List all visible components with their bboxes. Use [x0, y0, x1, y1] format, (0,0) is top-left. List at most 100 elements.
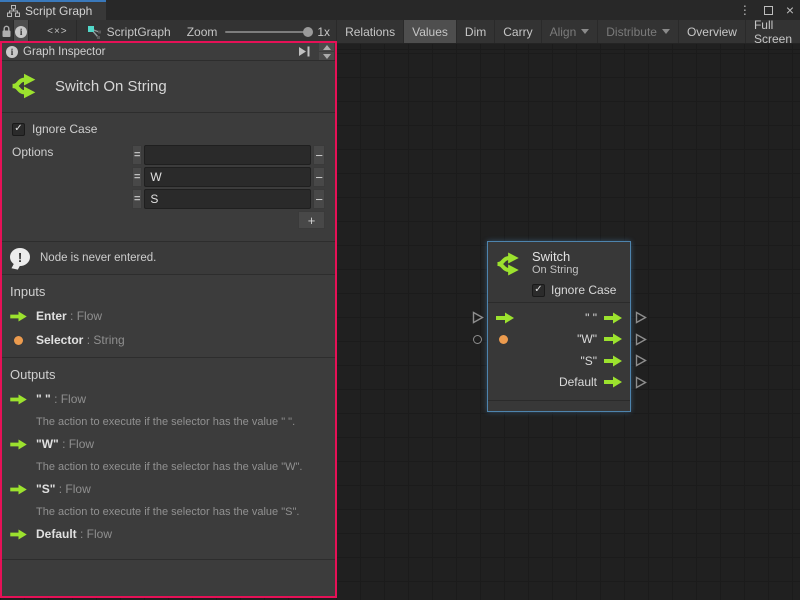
tab-script-graph[interactable]: Script Graph	[0, 0, 106, 20]
overview-button[interactable]: Overview	[678, 20, 745, 43]
window-menu-icon[interactable]: ⋮	[739, 3, 751, 17]
chevron-down-icon	[662, 29, 670, 34]
option-item-2: = −	[132, 189, 325, 209]
code-icon: <×>	[47, 26, 68, 37]
hierarchy-graph-icon	[7, 5, 20, 17]
scroll-down-button[interactable]	[319, 52, 334, 60]
drag-handle-icon[interactable]: =	[132, 167, 142, 187]
output-port-label: Default	[559, 375, 597, 389]
arrow-down-icon	[323, 54, 331, 59]
align-dropdown-button[interactable]: Align	[541, 20, 598, 43]
value-input-dot-icon[interactable]	[499, 335, 508, 344]
flow-input-arrow-icon[interactable]	[495, 312, 515, 324]
node-footer	[488, 400, 630, 411]
window-titlebar: Script Graph ⋮ ×	[0, 0, 800, 20]
checkbox-checked-icon[interactable]: ✓	[12, 123, 25, 136]
maximize-icon[interactable]	[764, 6, 773, 15]
node-title: Switch	[532, 249, 578, 264]
carry-label: Carry	[503, 25, 532, 39]
switch-on-string-node[interactable]: Switch On String ✓ Ignore Case	[487, 241, 631, 412]
flow-output-arrow-icon[interactable]	[603, 376, 623, 388]
outputs-title: Outputs	[10, 367, 327, 382]
warning-banner: ! Node is never entered.	[2, 242, 335, 275]
flow-input-port-outer[interactable]	[472, 311, 484, 324]
close-icon[interactable]: ×	[786, 3, 794, 17]
output-port-outer-3[interactable]	[635, 354, 647, 367]
remove-option-button-2[interactable]: −	[313, 189, 325, 209]
remove-option-button-0[interactable]: −	[313, 145, 325, 165]
switch-icon	[495, 249, 525, 279]
chevron-down-icon	[581, 29, 589, 34]
option-input-2[interactable]	[144, 189, 311, 209]
pin-type: : String	[87, 333, 125, 347]
graph-asset-label: ScriptGraph	[107, 25, 171, 39]
port-row-s: "S"	[495, 350, 623, 372]
lock-button[interactable]	[0, 20, 14, 43]
inspector-empty-area	[2, 560, 335, 596]
fullscreen-button[interactable]: Full Screen	[745, 20, 800, 43]
tab-label: Script Graph	[25, 4, 92, 18]
inspector-header[interactable]: i Graph Inspector	[2, 43, 335, 61]
node-header[interactable]: Switch On String ✓ Ignore Case	[488, 242, 630, 303]
scroll-arrows	[319, 43, 334, 60]
carry-button[interactable]: Carry	[494, 20, 540, 43]
flow-output-arrow-icon[interactable]	[603, 333, 623, 345]
distribute-dropdown-button[interactable]: Distribute	[597, 20, 678, 43]
dim-button[interactable]: Dim	[456, 20, 494, 43]
pin-name: "W"	[36, 437, 59, 451]
inspector-node-title: Switch On String	[55, 78, 167, 95]
switch-node-wrapper: Switch On String ✓ Ignore Case	[470, 241, 650, 413]
zoom-slider-handle[interactable]	[303, 27, 313, 37]
dim-label: Dim	[465, 25, 486, 39]
output-pin-s: "S" : Flow The action to execute if the …	[10, 482, 327, 518]
remove-option-button-1[interactable]: −	[313, 167, 325, 187]
flow-arrow-icon	[10, 484, 27, 495]
pin-type: : Flow	[59, 482, 91, 496]
graph-asset-chip[interactable]: ScriptGraph	[77, 20, 181, 43]
inputs-title: Inputs	[10, 284, 327, 299]
source-code-button[interactable]: <×>	[39, 20, 77, 43]
relations-button[interactable]: Relations	[336, 20, 403, 43]
value-input-port-outer[interactable]	[473, 335, 482, 344]
dock-panel-button[interactable]	[294, 44, 314, 59]
ignore-case-checkbox[interactable]: ✓ Ignore Case	[12, 122, 330, 136]
drag-handle-icon[interactable]: =	[132, 145, 142, 165]
inputs-section: Inputs Enter : Flow Selector : String	[2, 275, 335, 358]
zoom-slider[interactable]	[225, 31, 309, 33]
pin-name: Default	[36, 527, 77, 541]
output-port-outer-4[interactable]	[635, 376, 647, 389]
warning-bubble-icon: !	[10, 248, 31, 268]
flow-arrow-icon	[10, 394, 27, 405]
value-dot-icon	[14, 336, 23, 345]
node-ignore-case-checkbox[interactable]: ✓ Ignore Case	[532, 283, 622, 297]
inspector-toggle-button[interactable]: i	[14, 20, 28, 43]
flow-output-arrow-icon[interactable]	[603, 355, 623, 367]
pin-type: : Flow	[80, 527, 112, 541]
flow-output-arrow-icon[interactable]	[603, 312, 623, 324]
info-icon: i	[6, 46, 18, 58]
checkbox-checked-icon[interactable]: ✓	[532, 284, 545, 297]
values-button[interactable]: Values	[403, 20, 456, 43]
inspector-node-title-section: Switch On String	[2, 61, 335, 113]
warning-text: Node is never entered.	[40, 252, 156, 264]
output-pin-blank: " " : Flow The action to execute if the …	[10, 392, 327, 428]
pin-name: " "	[36, 392, 51, 406]
pin-type: : Flow	[54, 392, 86, 406]
pin-name: Enter	[36, 309, 67, 323]
ignore-case-label: Ignore Case	[32, 122, 97, 136]
output-port-outer-2[interactable]	[635, 333, 647, 346]
port-row-selector-w: "W"	[495, 329, 623, 351]
option-input-1[interactable]	[144, 167, 311, 187]
scroll-up-button[interactable]	[319, 43, 334, 51]
values-label: Values	[412, 25, 448, 39]
add-option-button[interactable]: +	[298, 211, 325, 229]
zoom-label: Zoom	[187, 25, 218, 39]
pin-type: : Flow	[70, 309, 102, 323]
input-pin-enter: Enter : Flow	[10, 309, 327, 323]
output-pin-default: Default : Flow	[10, 527, 327, 541]
unity-script-graph-window: Script Graph ⋮ × i <×>	[0, 0, 800, 600]
zoom-control: Zoom 1x	[181, 20, 336, 43]
output-port-outer-1[interactable]	[635, 311, 647, 324]
option-input-0[interactable]	[144, 145, 311, 165]
drag-handle-icon[interactable]: =	[132, 189, 142, 209]
